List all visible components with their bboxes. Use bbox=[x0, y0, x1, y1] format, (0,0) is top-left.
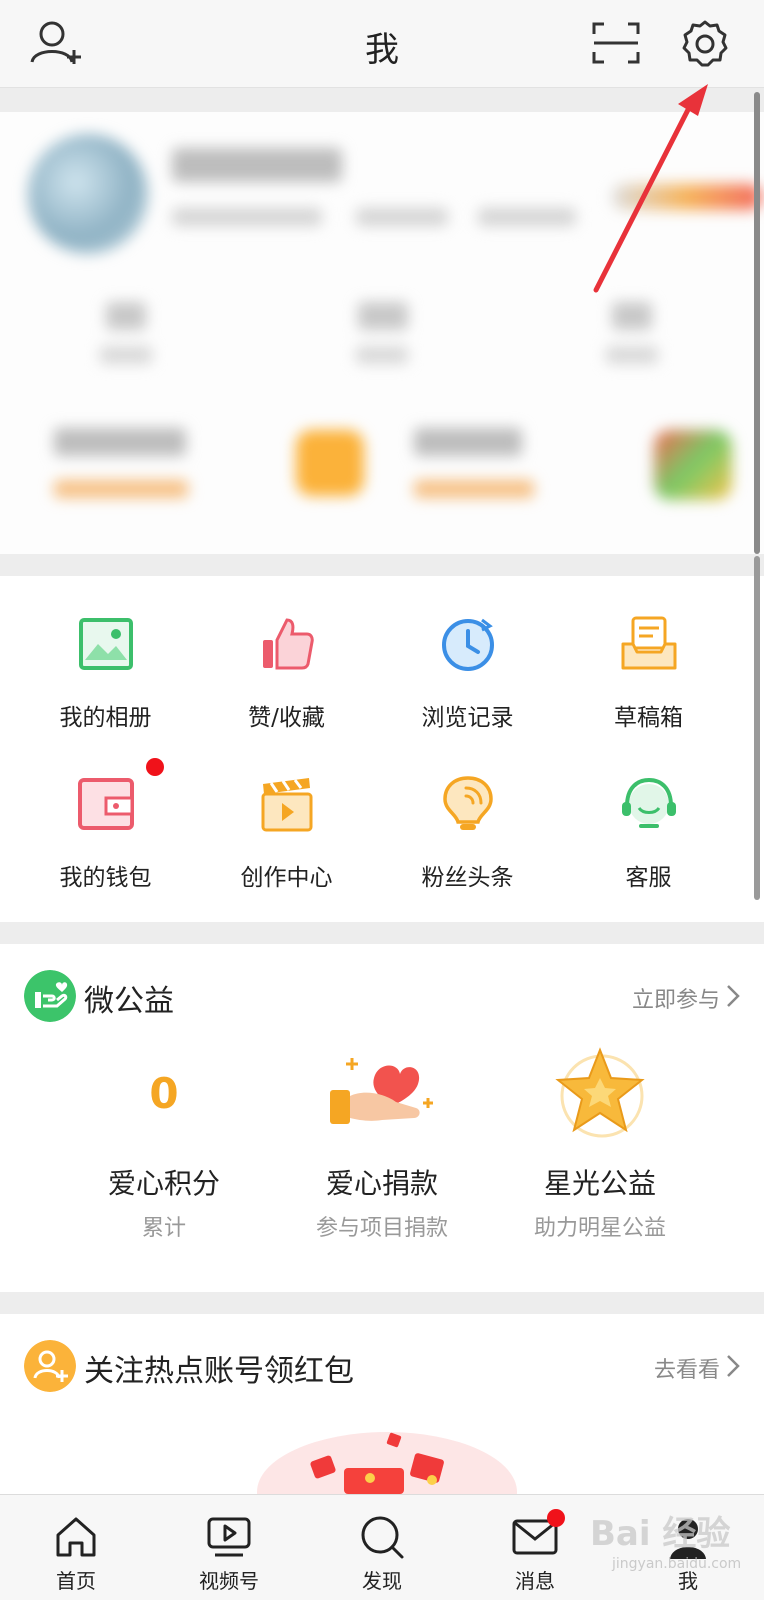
photo-album-icon bbox=[79, 618, 133, 670]
profile-detail bbox=[172, 208, 322, 226]
love-points-value: 0 bbox=[149, 1069, 179, 1118]
clapperboard-icon bbox=[261, 778, 313, 832]
status-badge[interactable] bbox=[612, 184, 762, 210]
promo-subtitle bbox=[54, 480, 188, 498]
promo-title bbox=[414, 428, 522, 456]
love-points-label: 爱心积分 bbox=[107, 1167, 220, 1200]
watermark: Bai 经验 bbox=[590, 1514, 731, 1554]
home-icon bbox=[56, 1517, 96, 1557]
grid-item-customer-service[interactable]: 客服 bbox=[553, 736, 744, 891]
scan-icon[interactable] bbox=[588, 18, 644, 68]
charity-hand-icon bbox=[24, 970, 76, 1022]
lightbulb-icon bbox=[443, 776, 493, 830]
love-donation-label: 爱心捐款 bbox=[325, 1167, 438, 1200]
join-now-link[interactable]: 立即参与 bbox=[632, 982, 720, 1014]
grid-item-label: 浏览记录 bbox=[421, 705, 514, 731]
username bbox=[172, 148, 342, 182]
grid-item-likes[interactable]: 赞/收藏 bbox=[191, 576, 382, 731]
chevron-right-icon[interactable] bbox=[726, 984, 740, 1008]
promo-title bbox=[54, 428, 186, 456]
stat-value bbox=[358, 302, 408, 330]
promo-icon[interactable] bbox=[296, 430, 364, 496]
charity-section: 微公益 立即参与 0 爱心积分 累计 爱心捐款 参与项目捐款 星光公益 助力明星… bbox=[0, 944, 764, 1292]
grid-item-fans-headline[interactable]: 粉丝头条 bbox=[372, 736, 563, 891]
watermark-url: jingyan.baidu.com bbox=[612, 1556, 742, 1572]
grid-item-creator-center[interactable]: 创作中心 bbox=[191, 736, 382, 891]
donation-hand-heart-icon bbox=[330, 1058, 433, 1124]
grid-item-label: 我的钱包 bbox=[59, 865, 152, 891]
nav-label: 视频号 bbox=[199, 1569, 259, 1593]
star-illustration-wrap bbox=[490, 1044, 710, 1144]
grid-item-label: 创作中心 bbox=[240, 865, 333, 891]
grid-item-label: 我的相册 bbox=[59, 705, 152, 731]
nav-label: 首页 bbox=[56, 1569, 96, 1593]
history-clock-icon bbox=[442, 618, 494, 671]
avatar[interactable] bbox=[28, 134, 148, 254]
function-grid: 我的相册 赞/收藏 浏览记录 草稿箱 我的钱包 创作中心 粉丝头条 客服 bbox=[0, 576, 764, 922]
section-title: 微公益 bbox=[84, 984, 174, 1019]
stat-label bbox=[356, 346, 408, 364]
love-points-sub: 累计 bbox=[141, 1216, 186, 1241]
star-charity[interactable]: 星光公益 助力明星公益 bbox=[490, 1044, 710, 1242]
love-points[interactable]: 0 爱心积分 累计 bbox=[54, 1044, 274, 1242]
grid-item-label: 客服 bbox=[625, 865, 672, 891]
search-icon bbox=[361, 1516, 404, 1559]
video-icon bbox=[207, 1517, 251, 1557]
star-charity-label: 星光公益 bbox=[543, 1167, 656, 1200]
nav-item-discover[interactable]: 发现 bbox=[322, 1495, 442, 1600]
notification-dot bbox=[547, 1509, 565, 1527]
grid-item-label: 赞/收藏 bbox=[248, 705, 325, 731]
follow-user-icon bbox=[24, 1340, 76, 1392]
grid-item-drafts[interactable]: 草稿箱 bbox=[553, 576, 744, 731]
star-icon bbox=[555, 1047, 645, 1138]
scrollbar-thumb[interactable] bbox=[754, 556, 760, 900]
star-charity-sub: 助力明星公益 bbox=[533, 1216, 666, 1241]
draft-box-icon bbox=[621, 616, 677, 670]
nav-item-messages[interactable]: 消息 bbox=[475, 1495, 595, 1600]
nav-item-video[interactable]: 视频号 bbox=[169, 1495, 289, 1600]
go-see-link[interactable]: 去看看 bbox=[654, 1352, 720, 1384]
grid-item-wallet[interactable]: 我的钱包 bbox=[10, 736, 201, 891]
donation-illustration-wrap bbox=[272, 1044, 492, 1144]
chevron-right-icon[interactable] bbox=[726, 1354, 740, 1378]
page-title: 我 bbox=[365, 30, 399, 70]
nav-label: 发现 bbox=[362, 1569, 402, 1593]
grid-item-album[interactable]: 我的相册 bbox=[10, 576, 201, 731]
stat-label bbox=[100, 346, 152, 364]
headset-icon bbox=[622, 777, 676, 828]
section-title: 关注热点账号领红包 bbox=[84, 1354, 354, 1389]
profile-card[interactable] bbox=[0, 112, 764, 554]
top-bar: 我 bbox=[0, 0, 764, 88]
promo-icon[interactable] bbox=[654, 430, 732, 500]
promo-subtitle bbox=[414, 480, 534, 498]
stat-value bbox=[612, 302, 652, 330]
nav-item-home[interactable]: 首页 bbox=[16, 1495, 136, 1600]
scrollbar[interactable] bbox=[754, 92, 760, 554]
red-packet-section: 关注热点账号领红包 去看看 bbox=[0, 1314, 764, 1494]
profile-detail bbox=[356, 208, 448, 226]
notification-dot bbox=[146, 758, 164, 776]
love-donation-sub: 参与项目捐款 bbox=[315, 1216, 448, 1241]
profile-detail bbox=[478, 208, 576, 226]
grid-item-history[interactable]: 浏览记录 bbox=[372, 576, 563, 731]
grid-item-label: 草稿箱 bbox=[614, 705, 683, 731]
stat-label bbox=[606, 346, 658, 364]
red-envelope-illustration-icon bbox=[257, 1432, 517, 1494]
thumbs-up-icon bbox=[263, 618, 314, 670]
grid-item-label: 粉丝头条 bbox=[421, 865, 514, 891]
wallet-icon bbox=[78, 778, 134, 830]
love-donation[interactable]: 爱心捐款 参与项目捐款 bbox=[272, 1044, 492, 1242]
gear-icon[interactable] bbox=[680, 18, 736, 68]
nav-label: 消息 bbox=[515, 1569, 555, 1593]
stat-value bbox=[106, 302, 146, 330]
